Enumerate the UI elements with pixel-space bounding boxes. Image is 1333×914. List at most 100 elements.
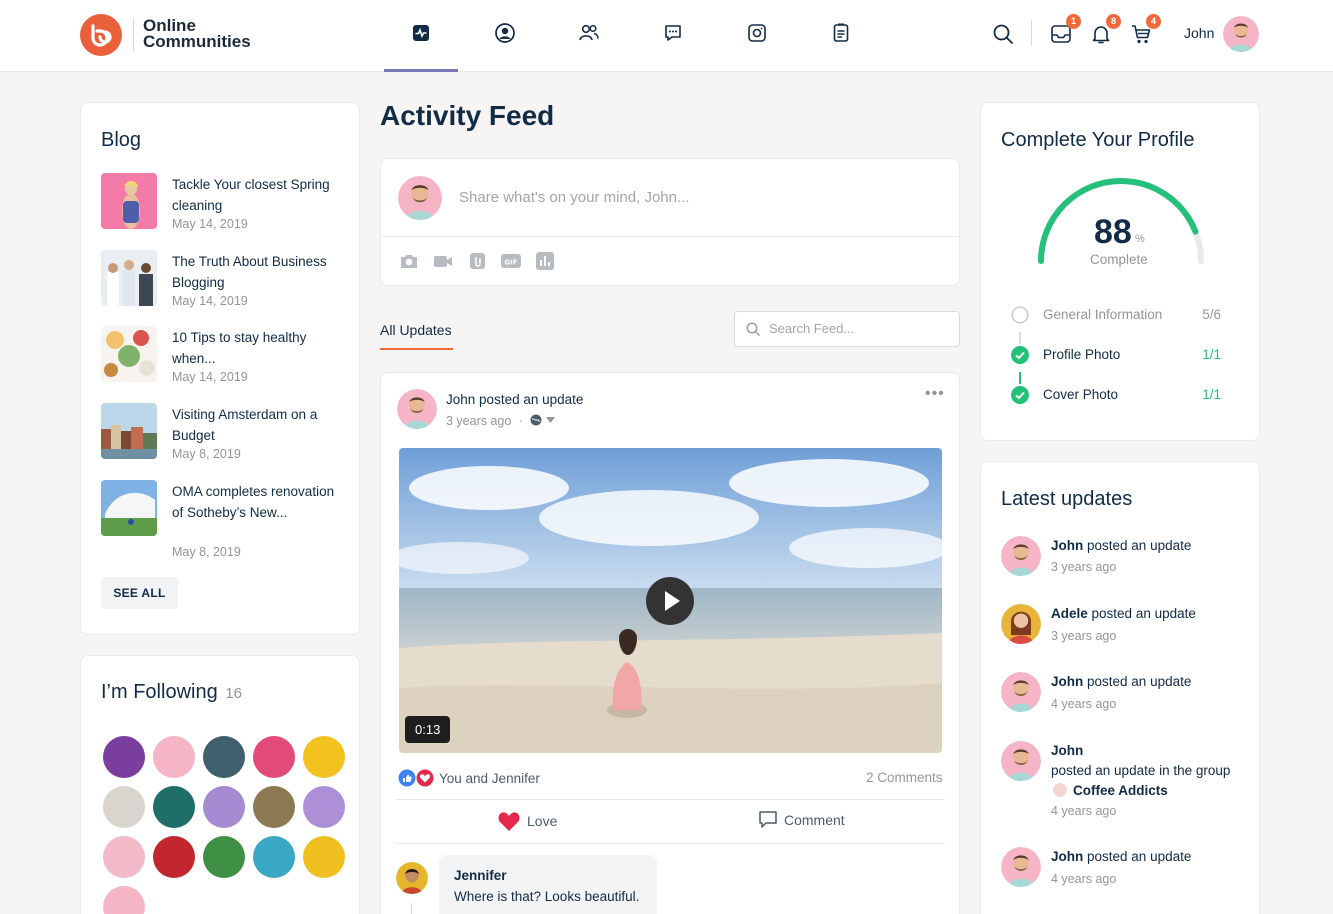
following-avatar[interactable] xyxy=(103,836,145,878)
group-name[interactable]: Coffee Addicts xyxy=(1073,783,1168,798)
step-general-information[interactable]: General Information 5/6 xyxy=(1011,306,1221,326)
following-avatar[interactable] xyxy=(303,836,345,878)
update-avatar[interactable] xyxy=(1001,847,1041,887)
blog-thumb-3[interactable] xyxy=(101,326,157,382)
empty-circle-icon xyxy=(1011,306,1029,324)
following-avatar[interactable] xyxy=(253,836,295,878)
blog-post-5[interactable]: OMA completes renovation of Sotheby’s Ne… xyxy=(101,480,341,559)
blog-post-title[interactable]: 10 Tips to stay healthy when... xyxy=(172,327,340,369)
following-avatar[interactable] xyxy=(253,786,295,828)
following-avatar[interactable] xyxy=(253,736,295,778)
blog-thumb-1[interactable] xyxy=(101,173,157,229)
documents-icon[interactable] xyxy=(830,22,852,44)
search-feed[interactable] xyxy=(734,311,960,347)
cart-icon[interactable]: 4 xyxy=(1130,14,1161,47)
tab-all-updates[interactable]: All Updates xyxy=(380,322,452,338)
following-avatar[interactable] xyxy=(103,786,145,828)
post-author-name[interactable]: John xyxy=(446,392,475,407)
chevron-down-icon[interactable] xyxy=(545,417,555,423)
following-avatar[interactable] xyxy=(153,836,195,878)
brand-logo[interactable] xyxy=(80,14,122,56)
update-action: posted an update xyxy=(1087,538,1192,553)
following-avatar[interactable] xyxy=(303,736,345,778)
camera-icon[interactable] xyxy=(399,252,419,270)
following-avatar[interactable] xyxy=(203,786,245,828)
comment-label: Comment xyxy=(784,811,845,828)
update-time[interactable]: 3 years ago xyxy=(1051,560,1116,574)
step-profile-photo[interactable]: Profile Photo 1/1 xyxy=(1011,346,1221,366)
reaction-icons[interactable] xyxy=(398,769,436,790)
brand-name[interactable]: Online Communities xyxy=(143,17,263,50)
post-video[interactable]: 0:13 xyxy=(399,448,942,753)
update-time[interactable]: 4 years ago xyxy=(1051,804,1116,818)
logo-divider xyxy=(133,18,134,52)
update-author[interactable]: John xyxy=(1051,674,1083,689)
comments-count[interactable]: 2 Comments xyxy=(866,770,943,785)
composer-input[interactable]: Share what's on your mind, John... xyxy=(459,189,690,206)
attachment-icon[interactable] xyxy=(468,252,488,270)
comment-author[interactable]: Jennifer xyxy=(454,868,507,883)
activity-post: John posted an update 3 years ago · ••• xyxy=(380,372,960,914)
poll-icon[interactable] xyxy=(535,252,555,270)
following-avatar[interactable] xyxy=(203,836,245,878)
update-time[interactable]: 4 years ago xyxy=(1051,872,1116,886)
see-all-button[interactable]: SEE ALL xyxy=(101,577,178,609)
love-button[interactable]: Love xyxy=(497,810,557,832)
page-title: Activity Feed xyxy=(380,100,555,131)
blog-thumb-4[interactable] xyxy=(101,403,157,459)
profile-icon[interactable] xyxy=(494,22,516,44)
video-icon[interactable] xyxy=(433,252,453,270)
blog-post-4[interactable]: Visiting Amsterdam on a Budget May 8, 20… xyxy=(101,403,341,473)
following-avatar[interactable] xyxy=(303,786,345,828)
following-avatar[interactable] xyxy=(203,736,245,778)
bell-icon[interactable]: 8 xyxy=(1090,14,1121,47)
blog-post-title[interactable]: Tackle Your closest Spring cleaning xyxy=(172,174,340,216)
update-text: John posted an update xyxy=(1051,672,1241,692)
update-time[interactable]: 4 years ago xyxy=(1051,697,1116,711)
update-author[interactable]: John xyxy=(1051,849,1083,864)
blog-post-title[interactable]: OMA completes renovation of Sotheby’s Ne… xyxy=(172,481,340,523)
group-avatar[interactable] xyxy=(1053,783,1067,797)
update-avatar[interactable] xyxy=(1001,741,1041,781)
post-author-avatar[interactable] xyxy=(397,389,437,429)
commenter-avatar[interactable] xyxy=(396,862,428,894)
more-options-icon[interactable]: ••• xyxy=(925,385,945,403)
check-circle-icon xyxy=(1011,346,1029,364)
blog-post-3[interactable]: 10 Tips to stay healthy when... May 14, … xyxy=(101,326,341,396)
following-avatar[interactable] xyxy=(103,886,145,914)
update-author[interactable]: Adele xyxy=(1051,606,1088,621)
messages-icon[interactable] xyxy=(662,22,684,44)
post-time[interactable]: 3 years ago xyxy=(446,414,511,428)
blog-post-2[interactable]: The Truth About Business Blogging May 14… xyxy=(101,250,341,320)
photos-icon[interactable] xyxy=(746,22,768,44)
update-avatar[interactable] xyxy=(1001,672,1041,712)
comment-button[interactable]: Comment xyxy=(758,810,845,829)
header-avatar[interactable] xyxy=(1223,16,1259,52)
following-avatar[interactable] xyxy=(153,786,195,828)
following-avatar[interactable] xyxy=(103,736,145,778)
search-feed-input[interactable] xyxy=(769,321,949,336)
inbox-icon[interactable]: 1 xyxy=(1050,14,1081,47)
reactions-summary[interactable]: You and Jennifer xyxy=(439,771,540,786)
blog-post-1[interactable]: Tackle Your closest Spring cleaning May … xyxy=(101,173,341,243)
gif-icon[interactable]: GIF xyxy=(501,252,521,270)
update-author[interactable]: John xyxy=(1051,743,1083,758)
update-avatar[interactable] xyxy=(1001,536,1041,576)
globe-icon[interactable] xyxy=(530,414,542,426)
update-action: posted an update xyxy=(1087,674,1192,689)
activity-icon[interactable] xyxy=(410,22,432,44)
following-avatar[interactable] xyxy=(153,736,195,778)
step-cover-photo[interactable]: Cover Photo 1/1 xyxy=(1011,386,1221,406)
blog-post-title[interactable]: The Truth About Business Blogging xyxy=(172,251,340,293)
header-user-name[interactable]: John xyxy=(1184,25,1214,41)
search-icon[interactable] xyxy=(992,23,1016,47)
blog-post-title[interactable]: Visiting Amsterdam on a Budget xyxy=(172,404,340,446)
update-avatar[interactable] xyxy=(1001,604,1041,644)
play-button[interactable] xyxy=(646,577,694,625)
post-divider xyxy=(396,843,945,844)
blog-thumb-5[interactable] xyxy=(101,480,157,536)
update-author[interactable]: John xyxy=(1051,538,1083,553)
update-time[interactable]: 3 years ago xyxy=(1051,629,1116,643)
friends-icon[interactable] xyxy=(578,22,600,44)
blog-thumb-2[interactable] xyxy=(101,250,157,306)
